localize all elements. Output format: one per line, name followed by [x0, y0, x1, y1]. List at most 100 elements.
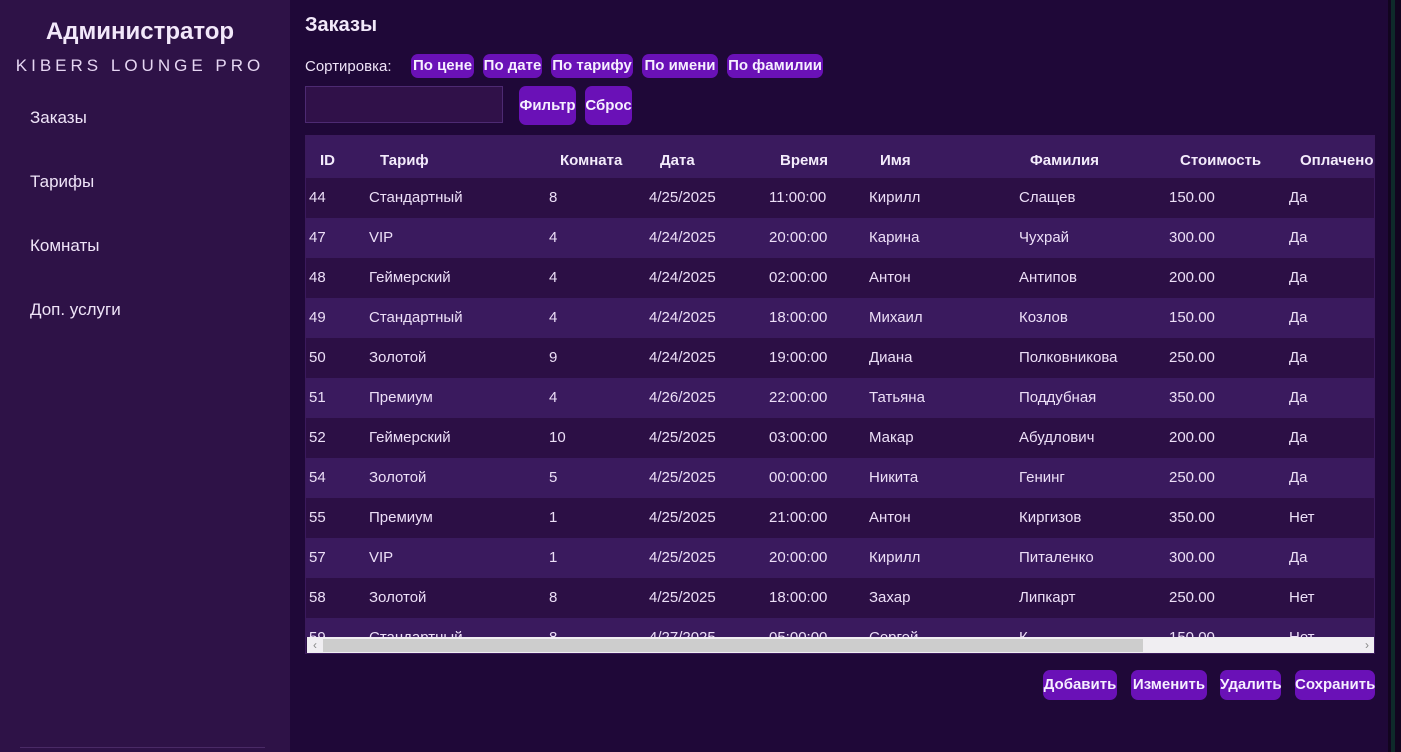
cell-cost: 300.00 — [1169, 549, 1215, 566]
cell-cost: 150.00 — [1169, 189, 1215, 206]
reset-button[interactable]: Сброс — [585, 86, 632, 125]
column-header-room[interactable]: Комната — [560, 152, 622, 169]
cell-date: 4/25/2025 — [649, 549, 716, 566]
cell-tariff: Стандартный — [369, 309, 463, 326]
save-button[interactable]: Сохранить — [1295, 670, 1375, 700]
sort-by-date-button[interactable]: По дате — [483, 54, 542, 78]
table-row[interactable]: 55 Премиум 1 4/25/2025 21:00:00 Антон Киргизов… — [306, 498, 1374, 538]
cell-tariff: Золотой — [369, 469, 427, 486]
table-row[interactable]: 52 Геймерский 10 4/25/2025 03:00:00 Макар Абуд… — [306, 418, 1374, 458]
sidebar-item-rooms[interactable]: Комнаты — [30, 236, 100, 256]
cell-room: 4 — [549, 229, 558, 246]
cell-room: 10 — [549, 429, 566, 446]
cell-paid: Да — [1289, 429, 1308, 446]
cell-id: 57 — [309, 549, 326, 566]
cell-room: 5 — [549, 469, 558, 486]
cell-time: 22:00:00 — [769, 389, 828, 406]
delete-button[interactable]: Удалить — [1220, 670, 1282, 700]
table-row[interactable]: 59 Стандартный 8 4/27/2025 05:00:00 Сергей К 15… — [306, 618, 1374, 637]
sidebar: Администратор KIBERS LOUNGE PRO Заказы Т… — [0, 0, 290, 752]
cell-surname: Козлов — [1019, 309, 1068, 326]
chevron-left-icon[interactable]: ‹ — [307, 637, 323, 653]
page-title: Заказы — [305, 14, 378, 36]
table-row[interactable]: 54 Золотой 5 4/25/2025 00:00:00 Никита Генинг 2… — [306, 458, 1374, 498]
cell-date: 4/24/2025 — [649, 269, 716, 286]
sort-by-name-button[interactable]: По имени — [642, 54, 718, 78]
cell-tariff: Премиум — [369, 389, 433, 406]
cell-date: 4/27/2025 — [649, 629, 716, 637]
table-row[interactable]: 51 Премиум 4 4/26/2025 22:00:00 Татьяна Поддуб… — [306, 378, 1374, 418]
sidebar-item-orders[interactable]: Заказы — [30, 108, 87, 128]
cell-cost: 200.00 — [1169, 429, 1215, 446]
cell-date: 4/25/2025 — [649, 189, 716, 206]
column-header-name[interactable]: Имя — [880, 152, 911, 169]
cell-paid: Да — [1289, 309, 1308, 326]
cell-cost: 300.00 — [1169, 229, 1215, 246]
cell-name: Никита — [869, 469, 919, 486]
add-button[interactable]: Добавить — [1043, 670, 1117, 700]
column-header-cost[interactable]: Стоимость — [1180, 152, 1261, 169]
column-header-tariff[interactable]: Тариф — [380, 152, 429, 169]
cell-id: 44 — [309, 189, 326, 206]
edit-button[interactable]: Изменить — [1131, 670, 1207, 700]
cell-surname: Чухрай — [1019, 229, 1070, 246]
cell-time: 19:00:00 — [769, 349, 828, 366]
cell-time: 02:00:00 — [769, 269, 828, 286]
table-row[interactable]: 44 Стандартный 8 4/25/2025 11:00:00 Кирилл Сла… — [306, 178, 1374, 218]
cell-name: Кирилл — [869, 189, 921, 206]
cell-time: 00:00:00 — [769, 469, 828, 486]
cell-date: 4/25/2025 — [649, 589, 716, 606]
app-subtitle: KIBERS LOUNGE PRO — [15, 56, 265, 75]
table-row[interactable]: 57 VIP 1 4/25/2025 20:00:00 Кирилл Питаленко 30… — [306, 538, 1374, 578]
cell-tariff: VIP — [369, 229, 394, 246]
cell-surname: Полковникова — [1019, 349, 1118, 366]
cell-date: 4/24/2025 — [649, 309, 716, 326]
cell-surname: Питаленко — [1019, 549, 1094, 566]
filter-input[interactable] — [305, 86, 503, 123]
cell-surname: Киргизов — [1019, 509, 1082, 526]
column-header-time[interactable]: Время — [780, 152, 828, 169]
cell-tariff: Золотой — [369, 589, 427, 606]
cell-room: 4 — [549, 389, 558, 406]
table-row[interactable]: 47 VIP 4 4/24/2025 20:00:00 Карина Чухрай 300.0… — [306, 218, 1374, 258]
cell-date: 4/25/2025 — [649, 509, 716, 526]
sort-by-surname-button[interactable]: По фамилии — [727, 54, 823, 78]
column-header-paid[interactable]: Оплачено — [1300, 152, 1374, 169]
cell-tariff: Премиум — [369, 509, 433, 526]
cell-surname: Слащев — [1019, 189, 1076, 206]
table-row[interactable]: 58 Золотой 8 4/25/2025 18:00:00 Захар Липкарт 2… — [306, 578, 1374, 618]
cell-surname: Поддубная — [1019, 389, 1097, 406]
sidebar-item-tariffs[interactable]: Тарифы — [30, 172, 94, 192]
cell-surname: К — [1019, 629, 1028, 637]
column-header-surname[interactable]: Фамилия — [1030, 152, 1099, 169]
cell-paid: Нет — [1289, 589, 1315, 606]
horizontal-scrollbar[interactable]: ‹ › — [307, 637, 1374, 653]
cell-name: Михаил — [869, 309, 923, 326]
cell-paid: Да — [1289, 389, 1308, 406]
column-header-id[interactable]: ID — [320, 152, 335, 169]
table-row[interactable]: 50 Золотой 9 4/24/2025 19:00:00 Диана Полковни… — [306, 338, 1374, 378]
sidebar-item-extra-services[interactable]: Доп. услуги — [30, 300, 121, 320]
cell-paid: Нет — [1289, 629, 1315, 637]
cell-id: 52 — [309, 429, 326, 446]
filter-button[interactable]: Фильтр — [519, 86, 576, 125]
cell-room: 8 — [549, 629, 557, 637]
table-row[interactable]: 49 Стандартный 4 4/24/2025 18:00:00 Михаил Коз… — [306, 298, 1374, 338]
table-row[interactable]: 48 Геймерский 4 4/24/2025 02:00:00 Антон Антип… — [306, 258, 1374, 298]
window-edge — [1388, 0, 1401, 752]
cell-room: 1 — [549, 549, 558, 566]
sort-by-price-button[interactable]: По цене — [411, 54, 474, 78]
cell-time: 05:00:00 — [769, 629, 827, 637]
sort-by-tariff-button[interactable]: По тарифу — [551, 54, 633, 78]
cell-cost: 150.00 — [1169, 309, 1215, 326]
cell-id: 59 — [309, 629, 326, 637]
chevron-right-icon[interactable]: › — [1359, 637, 1374, 653]
cell-room: 8 — [549, 589, 558, 606]
cell-room: 4 — [549, 309, 558, 326]
column-header-date[interactable]: Дата — [660, 152, 695, 169]
cell-name: Кирилл — [869, 549, 921, 566]
scrollbar-thumb[interactable] — [323, 639, 1143, 652]
cell-time: 03:00:00 — [769, 429, 828, 446]
cell-id: 58 — [309, 589, 326, 606]
cell-id: 49 — [309, 309, 326, 326]
